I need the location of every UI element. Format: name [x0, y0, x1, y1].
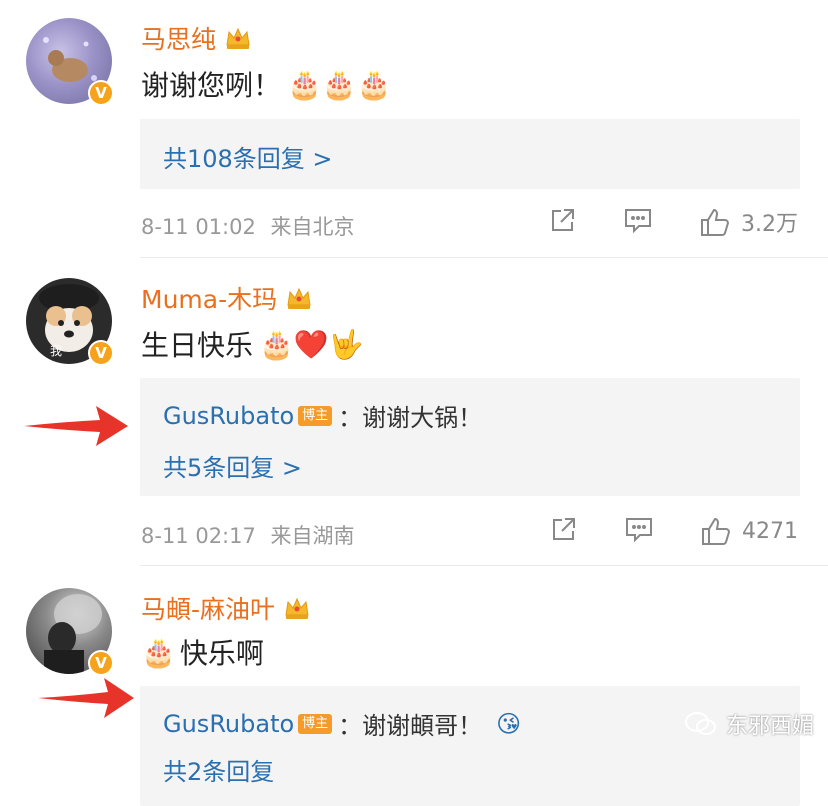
comment-author-name[interactable]: 马思纯	[141, 20, 216, 56]
thumbs-up-icon	[701, 208, 730, 236]
comment-text: 生日快乐	[141, 329, 254, 362]
comment-item: V 马思纯 谢谢您咧！ 🎂🎂🎂 共108条回复 > 8-11 01:02 来自北…	[0, 0, 828, 258]
red-arrow-annotation	[24, 406, 128, 446]
view-replies-link[interactable]: 共108条回复 >	[163, 139, 333, 174]
comment-author[interactable]: 马頔-麻油叶	[141, 590, 311, 626]
view-replies-link[interactable]: 共5条回复 >	[163, 448, 302, 483]
red-arrow-annotation	[38, 678, 134, 718]
view-replies-link[interactable]: 共2条回复	[163, 752, 274, 787]
author-tag-badge: 博主	[298, 713, 333, 734]
comment-author[interactable]: Muma-木玛	[141, 280, 313, 316]
like-button[interactable]: 3.2万	[699, 206, 798, 238]
watermark-text: 东邪西媚	[725, 714, 814, 739]
avatar[interactable]: V	[26, 588, 114, 676]
verified-badge-icon: V	[88, 340, 114, 366]
reply-box[interactable]: 共108条回复 >	[140, 119, 800, 189]
comment-author[interactable]: 马思纯	[141, 20, 252, 56]
comment-text: 快乐啊	[179, 637, 264, 670]
emoji-icons: 🎂❤️🤟	[259, 327, 364, 361]
like-count: 3.2万	[741, 212, 798, 237]
crown-icon	[287, 287, 311, 309]
crown-icon	[285, 597, 309, 619]
cake-emoji-icon: 🎂	[141, 635, 176, 669]
cake-emoji-icon: 🎂🎂🎂	[287, 67, 392, 101]
verified-badge-icon: V	[88, 80, 114, 106]
like-count: 4271	[742, 518, 798, 544]
avatar-caption: 我	[50, 344, 63, 358]
avatar[interactable]: V	[26, 18, 114, 106]
comment-location: 来自北京	[270, 215, 355, 239]
author-tag-badge: 博主	[298, 405, 333, 426]
share-icon[interactable]	[549, 206, 577, 238]
comment-icon[interactable]	[623, 206, 653, 238]
reply-box[interactable]: GusRubato 博主 ：谢谢頔哥！ 😘 共2条回复	[140, 686, 800, 806]
reply-author[interactable]: GusRubato	[163, 402, 294, 430]
reply-box[interactable]: GusRubato 博主 ：谢谢大锅！ 共5条回复 >	[140, 378, 800, 496]
reply-text: ：谢谢大锅！	[338, 404, 483, 432]
crown-icon	[226, 27, 250, 49]
verified-badge-icon: V	[88, 650, 114, 676]
wechat-icon	[684, 712, 716, 735]
comment-author-name[interactable]: 马頔-麻油叶	[141, 590, 275, 626]
divider	[140, 565, 828, 566]
comment-location: 来自湖南	[270, 524, 355, 548]
share-icon[interactable]	[550, 515, 578, 547]
reply-author[interactable]: GusRubato	[163, 710, 294, 738]
thumbs-up-icon	[702, 517, 731, 545]
comment-author-name[interactable]: Muma-木玛	[141, 280, 277, 316]
like-button[interactable]: 4271	[700, 516, 798, 546]
comment-icon[interactable]	[624, 515, 654, 547]
watermark: 东邪西媚	[684, 708, 814, 740]
avatar[interactable]: 我 V	[26, 278, 114, 366]
comment-text: 谢谢您咧！	[141, 69, 282, 102]
comment-time: 8-11 01:02	[141, 215, 256, 239]
reply-text: ：谢谢頔哥！	[338, 712, 483, 740]
comment-time: 8-11 02:17	[141, 524, 256, 548]
kiss-emoji-icon: 😘	[496, 709, 522, 738]
